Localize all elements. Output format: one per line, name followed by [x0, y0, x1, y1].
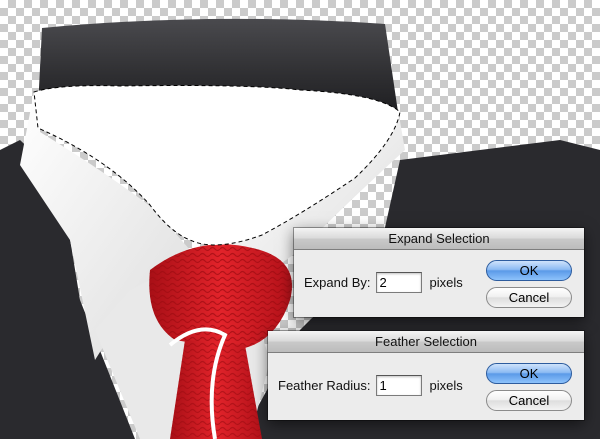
ok-button[interactable]: OK — [486, 363, 572, 384]
dialog-title: Feather Selection — [268, 331, 584, 353]
pixels-unit-label: pixels — [429, 378, 463, 393]
feather-radius-row: Feather Radius: pixels — [278, 375, 463, 396]
dialog-title: Expand Selection — [294, 228, 584, 250]
pixels-unit-label: pixels — [429, 275, 463, 290]
expand-by-input[interactable] — [375, 272, 422, 293]
expand-by-label: Expand By: — [304, 275, 371, 290]
cancel-button[interactable]: Cancel — [486, 287, 572, 308]
ok-button[interactable]: OK — [486, 260, 572, 281]
feather-radius-input[interactable] — [375, 375, 422, 396]
cancel-button[interactable]: Cancel — [486, 390, 572, 411]
feather-radius-label: Feather Radius: — [278, 378, 371, 393]
expand-selection-dialog: Expand Selection Expand By: pixels OK Ca… — [294, 228, 584, 317]
expand-by-row: Expand By: pixels — [304, 272, 463, 293]
feather-selection-dialog: Feather Selection Feather Radius: pixels… — [268, 331, 584, 420]
